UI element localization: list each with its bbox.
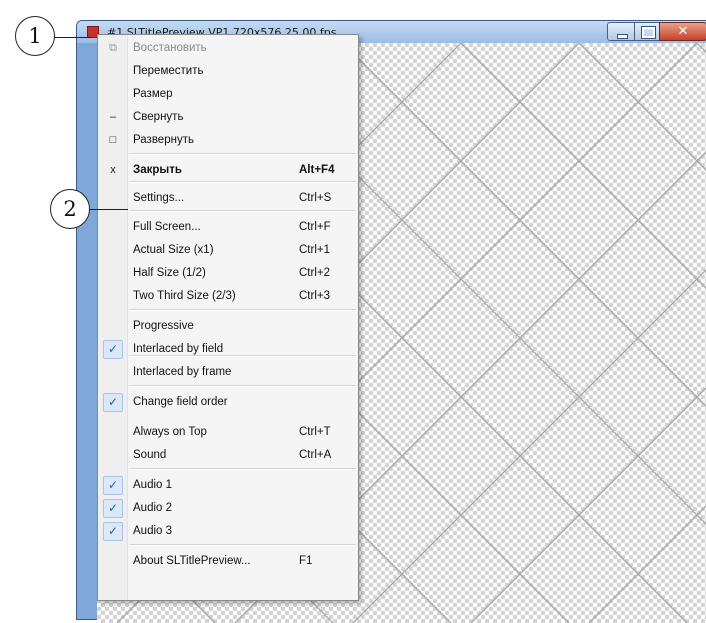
menu-item-label: Change field order xyxy=(133,396,228,408)
callout-1-leader xyxy=(55,37,91,39)
menu-item-label: Two Third Size (2/3) xyxy=(133,290,236,302)
menu-item-label: Развернуть xyxy=(133,134,194,146)
menu-separator xyxy=(129,544,356,546)
menu-separator xyxy=(129,468,356,470)
menu-item-shortcut: Ctrl+A xyxy=(299,449,332,461)
menu-item[interactable]: Full Screen... Ctrl+F xyxy=(100,216,356,239)
menu-item-label: Actual Size (x1) xyxy=(133,244,214,256)
check-icon: ✓ xyxy=(103,393,123,412)
menu-item[interactable]: Two Third Size (2/3) Ctrl+3 xyxy=(100,285,356,308)
menu-item-label: Always on Top xyxy=(133,426,207,438)
menu-item-label: Interlaced by field xyxy=(133,343,224,355)
menu-item-label: Размер xyxy=(133,88,173,100)
menu-item[interactable]: Interlaced by frame xyxy=(100,361,356,384)
close-icon: ✕ xyxy=(677,24,689,39)
menu-item[interactable]: Progressive xyxy=(100,315,356,338)
check-icon: ✓ xyxy=(103,522,123,541)
menu-item-label: About SLTitlePreview... xyxy=(133,555,251,567)
menu-item: ⧉ Восстановить xyxy=(100,37,356,60)
menu-item[interactable]: Переместить xyxy=(100,60,356,83)
menu-item-label: Закрыть xyxy=(133,164,182,176)
menu-separator xyxy=(129,355,356,357)
grid-line xyxy=(460,43,706,289)
menu-item[interactable]: Always on Top Ctrl+T xyxy=(100,421,356,444)
callout-1: 1 xyxy=(15,16,55,56)
menu-separator xyxy=(129,385,356,387)
menu-item[interactable]: – Свернуть xyxy=(100,106,356,129)
menu-item-label: Settings... xyxy=(133,192,185,204)
system-menu: ⧉ Восстановить Переместить Размер – Свернуть □… xyxy=(97,34,359,601)
menu-item-shortcut: Ctrl+F xyxy=(299,221,331,233)
menu-item-label: Audio 2 xyxy=(133,502,173,514)
menu-item-label: Interlaced by frame xyxy=(133,366,232,378)
menu-item[interactable]: About SLTitlePreview... F1 xyxy=(100,550,356,573)
menu-item-label: Half Size (1/2) xyxy=(133,267,206,279)
menu-item-shortcut: Ctrl+S xyxy=(299,192,332,204)
menu-item[interactable]: Settings... Ctrl+S xyxy=(100,187,356,210)
maximize-icon: □ xyxy=(109,134,117,146)
menu-separator xyxy=(129,153,356,155)
menu-separator xyxy=(129,210,356,212)
menu-item[interactable]: x Закрыть Alt+F4 xyxy=(100,159,356,182)
menu-item[interactable]: ✓ Audio 3 xyxy=(100,520,356,543)
menu-item-label: Full Screen... xyxy=(133,221,201,233)
menu-separator xyxy=(129,309,356,311)
menu-item-shortcut: Alt+F4 xyxy=(299,164,335,176)
check-icon: ✓ xyxy=(103,499,123,518)
menu-item[interactable]: ✓ Audio 1 xyxy=(100,474,356,497)
menu-item-label: Переместить xyxy=(133,65,204,77)
maximize-button[interactable] xyxy=(634,22,660,41)
grid-line xyxy=(470,387,706,623)
menu-item[interactable]: Actual Size (x1) Ctrl+1 xyxy=(100,239,356,262)
minimize-icon xyxy=(617,34,628,39)
check-icon: ✓ xyxy=(103,476,123,495)
menu-item-label: Progressive xyxy=(133,320,194,332)
grid-line xyxy=(588,505,706,623)
menu-item[interactable]: ✓ Audio 2 xyxy=(100,497,356,520)
menu-item[interactable]: Half Size (1/2) Ctrl+2 xyxy=(100,262,356,285)
callout-2: 2 xyxy=(50,189,90,229)
menu-item[interactable]: ✓ Interlaced by field xyxy=(100,338,356,361)
menu-item-label: Восстановить xyxy=(133,42,207,54)
menu-item[interactable]: Sound Ctrl+A xyxy=(100,444,356,467)
menu-item[interactable]: □ Развернуть xyxy=(100,129,356,152)
menu-separator xyxy=(129,181,356,183)
callout-2-leader xyxy=(90,209,128,211)
menu-item-shortcut: Ctrl+1 xyxy=(299,244,330,256)
menu-item[interactable]: ✓ Change field order xyxy=(100,391,356,414)
check-icon: ✓ xyxy=(103,340,123,359)
menu-item-shortcut: Ctrl+T xyxy=(299,426,331,438)
grid-line xyxy=(696,43,706,53)
close-button[interactable]: ✕ xyxy=(659,22,706,41)
menu-item[interactable]: Размер xyxy=(100,83,356,106)
minimize-button[interactable] xyxy=(607,22,635,41)
restore-icon: ⧉ xyxy=(109,42,117,54)
close-icon: x xyxy=(110,164,116,176)
menu-item-label: Audio 3 xyxy=(133,525,173,537)
menu-item-label: Свернуть xyxy=(133,111,184,123)
maximize-icon xyxy=(641,26,656,39)
minimize-icon: – xyxy=(109,111,117,123)
grid-line xyxy=(352,269,706,623)
menu-item-shortcut: Ctrl+3 xyxy=(299,290,330,302)
menu-item-shortcut: F1 xyxy=(299,555,313,567)
menu-item-label: Sound xyxy=(133,449,167,461)
menu-item-shortcut: Ctrl+2 xyxy=(299,267,330,279)
menu-item-label: Audio 1 xyxy=(133,479,173,491)
